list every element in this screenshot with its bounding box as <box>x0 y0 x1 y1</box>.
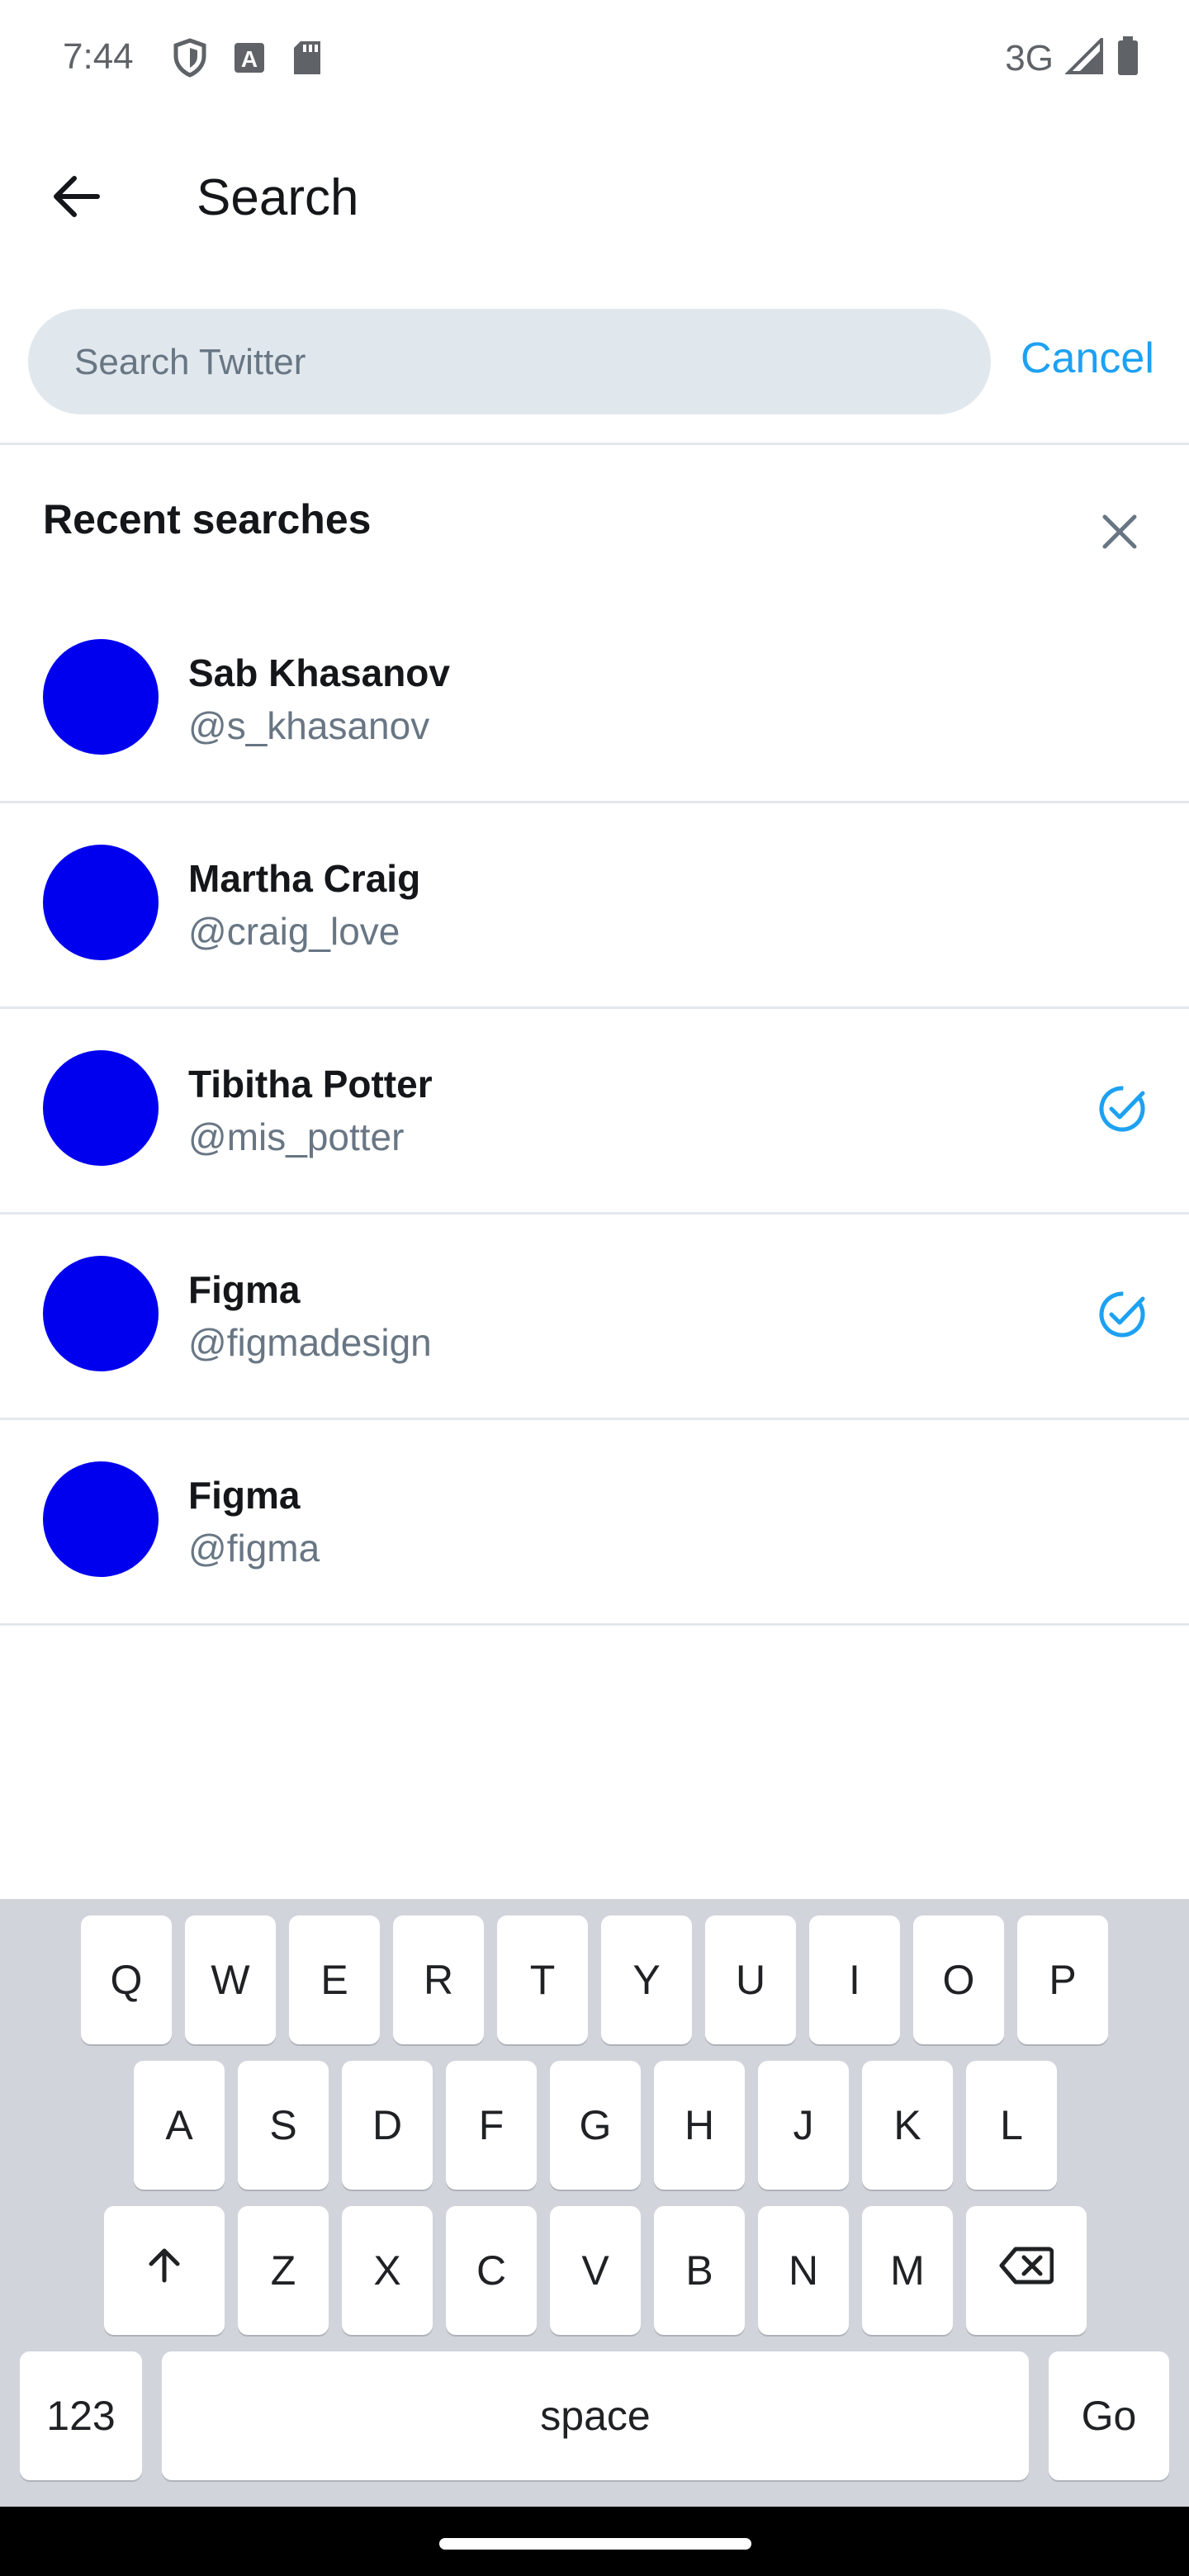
svg-text:A: A <box>241 46 258 72</box>
key-j[interactable]: J <box>758 2061 849 2190</box>
system-nav-bar <box>0 2507 1189 2576</box>
status-bar: 7:44 A 3G <box>0 0 1189 119</box>
back-button[interactable] <box>40 162 112 234</box>
on-screen-keyboard: Q W E R T Y U I O P A S D F G H J K L Z … <box>0 1899 1189 2507</box>
avatar <box>43 845 159 960</box>
user-handle: @craig_love <box>188 910 400 953</box>
backspace-icon <box>999 2246 1054 2295</box>
network-label: 3G <box>1005 37 1054 78</box>
recent-searches-header: Recent searches <box>0 443 1189 604</box>
key-b[interactable]: B <box>654 2206 745 2335</box>
key-r[interactable]: R <box>393 1915 484 2044</box>
avatar <box>43 639 159 755</box>
verified-badge-icon <box>1095 1287 1149 1342</box>
list-item[interactable]: Sab Khasanov @s_khasanov <box>0 598 1189 803</box>
page-title: Search <box>197 169 359 226</box>
arrow-left-icon <box>50 170 102 227</box>
user-name: Martha Craig <box>188 857 421 900</box>
signal-icon <box>1064 36 1105 78</box>
list-item[interactable]: Tibitha Potter @mis_potter <box>0 1009 1189 1215</box>
backspace-key[interactable] <box>966 2206 1087 2335</box>
key-t[interactable]: T <box>497 1915 588 2044</box>
key-w[interactable]: W <box>185 1915 276 2044</box>
shield-icon <box>172 38 208 82</box>
user-handle: @figmadesign <box>188 1321 432 1364</box>
key-l[interactable]: L <box>966 2061 1057 2190</box>
key-h[interactable]: H <box>654 2061 745 2190</box>
user-name: Sab Khasanov <box>188 651 450 694</box>
key-z[interactable]: Z <box>238 2206 329 2335</box>
search-row: Cancel <box>0 281 1189 445</box>
cancel-button[interactable]: Cancel <box>1021 334 1154 383</box>
list-item[interactable]: Figma @figma <box>0 1420 1189 1626</box>
recent-searches-title: Recent searches <box>43 496 372 542</box>
user-handle: @figma <box>188 1527 320 1570</box>
key-o[interactable]: O <box>913 1915 1004 2044</box>
shift-key[interactable] <box>104 2206 225 2335</box>
space-key[interactable]: space <box>162 2351 1029 2480</box>
numbers-key[interactable]: 123 <box>20 2351 142 2480</box>
sd-card-icon <box>291 40 324 80</box>
key-k[interactable]: K <box>862 2061 953 2190</box>
status-time: 7:44 <box>63 36 134 77</box>
key-i[interactable]: I <box>809 1915 900 2044</box>
close-icon <box>1101 513 1139 555</box>
key-s[interactable]: S <box>238 2061 329 2190</box>
app-bar: Search <box>0 119 1189 281</box>
list-item[interactable]: Martha Craig @craig_love <box>0 803 1189 1009</box>
key-e[interactable]: E <box>289 1915 380 2044</box>
key-a[interactable]: A <box>134 2061 225 2190</box>
avatar <box>43 1256 159 1371</box>
verified-badge-icon <box>1095 1082 1149 1136</box>
status-icons-left: A <box>172 38 324 82</box>
key-u[interactable]: U <box>705 1915 796 2044</box>
key-n[interactable]: N <box>758 2206 849 2335</box>
key-c[interactable]: C <box>446 2206 537 2335</box>
status-right: 3G <box>1005 36 1139 80</box>
key-x[interactable]: X <box>342 2206 433 2335</box>
shift-arrow-icon <box>144 2246 184 2295</box>
key-q[interactable]: Q <box>81 1915 172 2044</box>
key-v[interactable]: V <box>550 2206 641 2335</box>
recent-searches-list: Sab Khasanov @s_khasanov Martha Craig @c… <box>0 598 1189 1626</box>
user-handle: @s_khasanov <box>188 704 430 747</box>
user-handle: @mis_potter <box>188 1115 405 1158</box>
user-name: Figma <box>188 1268 301 1311</box>
list-item[interactable]: Figma @figmadesign <box>0 1215 1189 1420</box>
search-input[interactable] <box>73 309 968 416</box>
key-m[interactable]: M <box>862 2206 953 2335</box>
clear-recent-button[interactable] <box>1087 500 1153 566</box>
avatar <box>43 1050 159 1166</box>
key-y[interactable]: Y <box>601 1915 692 2044</box>
key-d[interactable]: D <box>342 2061 433 2190</box>
avatar <box>43 1461 159 1577</box>
battery-icon <box>1116 36 1139 80</box>
home-gesture-handle[interactable] <box>439 2538 751 2550</box>
search-bar[interactable] <box>28 309 991 416</box>
user-name: Tibitha Potter <box>188 1063 433 1106</box>
key-p[interactable]: P <box>1017 1915 1108 2044</box>
font-a-icon: A <box>233 41 266 78</box>
key-g[interactable]: G <box>550 2061 641 2190</box>
go-key[interactable]: Go <box>1049 2351 1169 2480</box>
key-f[interactable]: F <box>446 2061 537 2190</box>
user-name: Figma <box>188 1474 301 1517</box>
